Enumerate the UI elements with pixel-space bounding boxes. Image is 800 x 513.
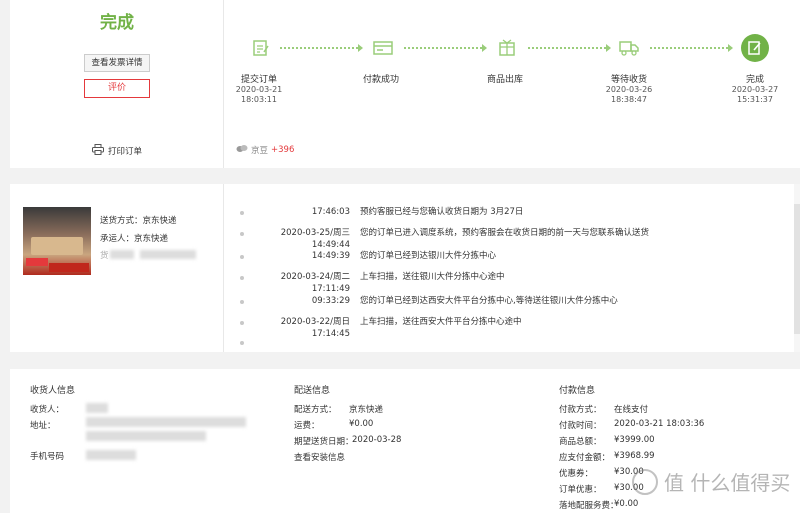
delivery-truck-icon xyxy=(616,35,642,61)
watermark-text: 值 什么值得买 xyxy=(664,471,791,495)
warehouse-out-icon xyxy=(494,35,520,61)
delivery-date-label: 期望送货日期： xyxy=(294,437,354,447)
print-order-link[interactable]: 打印订单 xyxy=(92,144,142,158)
consignee-address-label: 地址： xyxy=(30,421,56,431)
delivery-method-label: 配送方式： xyxy=(294,405,337,415)
tracking-row: 2020-03-25/周三 14:49:44 您的订单已进入调度系统，预约客服会… xyxy=(280,228,650,250)
redacted-waybill xyxy=(140,250,196,259)
amount-due-value: ¥3968.99 xyxy=(614,451,655,461)
bean-label: 京豆 xyxy=(251,146,269,156)
invoice-detail-button[interactable]: 查看发票详情 xyxy=(84,54,150,72)
arrow-right-icon xyxy=(358,44,363,52)
tracking-row: 09:33:29 您的订单已经到达西安大件平台分拣中心,等待送往银川大件分拣中心 xyxy=(311,296,618,306)
printer-icon xyxy=(92,144,104,158)
bean-value: +396 xyxy=(271,145,295,155)
product-thumbnail[interactable] xyxy=(23,207,91,275)
consignee-name-label: 收货人： xyxy=(30,405,65,415)
print-order-label: 打印订单 xyxy=(108,147,143,157)
goods-total-label: 商品总额： xyxy=(559,437,602,447)
waybill-label: 货 xyxy=(100,251,109,261)
redacted-phone xyxy=(86,450,136,460)
divider xyxy=(223,184,224,352)
delivery-date-value: 2020-03-28 xyxy=(352,435,402,445)
redacted-waybill xyxy=(110,250,134,259)
order-status-panel: 完成 查看发票详情 评价 打印订单 提交订单 2020-03-21 18:03:1… xyxy=(10,0,800,168)
progress-connector xyxy=(404,47,482,49)
arrow-right-icon xyxy=(606,44,611,52)
order-status: 完成 xyxy=(100,13,134,33)
install-info-link[interactable]: 查看安装信息 xyxy=(294,451,345,463)
redacted-address xyxy=(86,431,206,441)
step-label-shipped: 商品出库 xyxy=(486,75,523,85)
step-label-complete: 完成 xyxy=(745,75,764,85)
consignee-title: 收货人信息 xyxy=(30,386,76,396)
submit-order-icon xyxy=(248,35,274,61)
step-label-submit: 提交订单 xyxy=(240,75,277,85)
tracking-row: 17:46:03 预约客服已经与您确认收货日期为 3月27日 xyxy=(311,207,524,217)
step-label-awaiting: 等待收货 xyxy=(610,75,647,85)
order-info-panel: 收货人信息 收货人： 地址： 手机号码 配送信息 配送方式： 京东快递 运费： … xyxy=(10,369,800,513)
goods-total-value: ¥3999.00 xyxy=(614,435,655,445)
shipment-tracking-panel: 送货方式：京东快递 承运人：京东快递 货 17:46:03 预约客服已经与您确认… xyxy=(10,184,800,352)
tracking-row: 2020-03-24/周二 17:11:49 上车扫描，送往银川大件分拣中心途中 xyxy=(280,272,505,294)
payment-icon xyxy=(370,35,396,61)
delivery-fee-value: ¥0.00 xyxy=(349,419,374,429)
coupon-label: 优惠券： xyxy=(559,469,594,479)
delivery-fee-label: 运费： xyxy=(294,421,320,431)
delivery-service-fee-label: 落地配服务费： xyxy=(559,501,619,511)
tracking-row: 14:49:39 您的订单已经到达银川大件分拣中心 xyxy=(311,251,497,261)
progress-connector xyxy=(280,47,358,49)
jd-bean-reward: 京豆 +396 xyxy=(236,144,294,156)
progress-connector xyxy=(528,47,606,49)
consignee-phone-label: 手机号码 xyxy=(30,452,65,462)
payment-time-label: 付款时间： xyxy=(559,421,602,431)
step-time-complete: 2020-03-27 15:31:37 xyxy=(731,85,779,104)
delivery-service-fee-value: ¥0.00 xyxy=(614,499,639,509)
bean-icon xyxy=(236,144,248,156)
payment-time-value: 2020-03-21 18:03:36 xyxy=(614,419,705,429)
step-label-paid: 付款成功 xyxy=(362,75,399,85)
tracking-row: 2020-03-22/周日 17:14:45 上车扫描，送往西安大件平台分拣中心… xyxy=(280,317,522,339)
tracking-scrollbar-thumb[interactable] xyxy=(794,204,800,334)
watermark-logo-icon xyxy=(632,468,658,495)
order-discount-label: 订单优惠： xyxy=(559,485,602,495)
arrow-right-icon xyxy=(728,44,733,52)
redacted-name xyxy=(86,403,108,413)
payment-method-label: 付款方式： xyxy=(559,405,602,415)
watermark: 值 什么值得买 xyxy=(632,467,790,496)
payment-title: 付款信息 xyxy=(559,386,596,396)
delivery-method-value: 京东快递 xyxy=(349,405,384,415)
arrow-right-icon xyxy=(482,44,487,52)
shipping-carrier: 承运人：京东快递 xyxy=(100,234,169,244)
step-time-awaiting: 2020-03-26 18:38:47 xyxy=(605,85,653,104)
redacted-address xyxy=(86,417,246,427)
shipping-method: 送货方式：京东快递 xyxy=(100,216,177,226)
payment-method-value: 在线支付 xyxy=(614,405,649,415)
delivery-title: 配送信息 xyxy=(294,386,331,396)
progress-connector xyxy=(650,47,728,49)
amount-due-label: 应支付金额： xyxy=(559,453,611,463)
step-time-submit: 2020-03-21 18:03:11 xyxy=(235,85,283,104)
complete-icon xyxy=(741,34,769,62)
review-button[interactable]: 评价 xyxy=(84,79,150,98)
